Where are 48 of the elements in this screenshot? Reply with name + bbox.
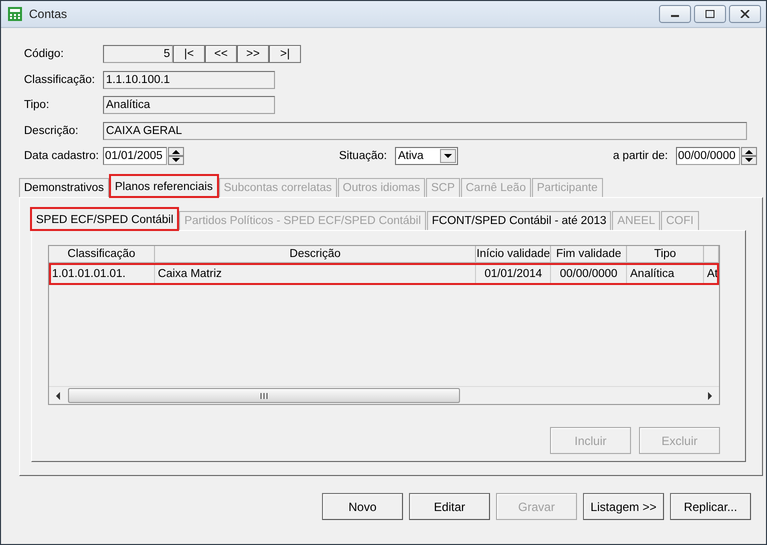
field-label: Situação: — [339, 150, 387, 162]
action-button[interactable]: Novo — [322, 493, 403, 520]
calculator-icon — [7, 6, 23, 22]
column-header[interactable]: Classificação — [49, 246, 155, 263]
table-cell: Analítica — [627, 263, 704, 285]
column-header[interactable]: Início validade — [476, 246, 552, 263]
date-field[interactable]: 00/00/0000 — [676, 147, 740, 165]
field-label: Data cadastro: — [24, 150, 100, 162]
navigation-button[interactable]: >| — [269, 45, 301, 63]
window-title: Contas — [29, 7, 68, 21]
horizontal-scrollbar[interactable] — [49, 386, 719, 404]
close-icon — [740, 10, 750, 18]
navigation-button[interactable]: |< — [173, 45, 205, 63]
status-dropdown[interactable]: Ativa — [394, 147, 458, 165]
tab[interactable]: Planos referenciais — [110, 175, 218, 197]
spinner-icon[interactable] — [168, 147, 184, 165]
action-button[interactable]: Replicar... — [670, 493, 751, 520]
table-row[interactable]: 1.01.01.01.01. Caixa Matriz 01/01/2014 00/00/0000 Analítica At — [49, 263, 719, 285]
tab[interactable]: FCONT/SPED Contábil - até 2013 — [426, 211, 612, 230]
table-cell: Caixa Matriz — [154, 263, 476, 285]
field-label: Código: — [24, 48, 65, 60]
table-cell: At — [704, 263, 719, 285]
minimize-button[interactable] — [659, 5, 691, 23]
grip-icon — [260, 392, 268, 398]
close-button[interactable] — [729, 5, 761, 23]
maximize-icon — [705, 10, 715, 18]
field-label: Tipo: — [24, 99, 50, 111]
table-cell: 00/00/0000 — [551, 263, 628, 285]
scroll-thumb[interactable] — [68, 388, 460, 403]
navigation-button[interactable]: >> — [237, 45, 269, 63]
column-header[interactable]: Descrição — [154, 246, 476, 263]
field-label: a partir de: — [612, 150, 668, 162]
scroll-left-icon[interactable] — [54, 392, 62, 400]
action-button[interactable]: Listagem >> — [583, 493, 664, 520]
table-cell: 01/01/2014 — [476, 263, 552, 285]
date-field[interactable]: 01/01/2005 — [103, 147, 167, 165]
field-label: Classificação: — [24, 74, 96, 86]
spinner-icon[interactable] — [740, 147, 757, 165]
maximize-button[interactable] — [694, 5, 726, 23]
scroll-right-icon[interactable] — [706, 392, 714, 400]
action-button[interactable]: Editar — [409, 493, 490, 520]
tab[interactable]: SPED ECF/SPED Contábil — [31, 208, 178, 230]
navigation-button[interactable]: << — [205, 45, 237, 63]
tab[interactable]: Demonstrativos — [19, 178, 109, 197]
field-label: Descrição: — [24, 124, 80, 136]
column-header[interactable]: Fim validade — [551, 246, 628, 263]
table-cell: 1.01.01.01.01. — [49, 263, 155, 285]
column-header[interactable]: Tipo — [627, 246, 704, 263]
